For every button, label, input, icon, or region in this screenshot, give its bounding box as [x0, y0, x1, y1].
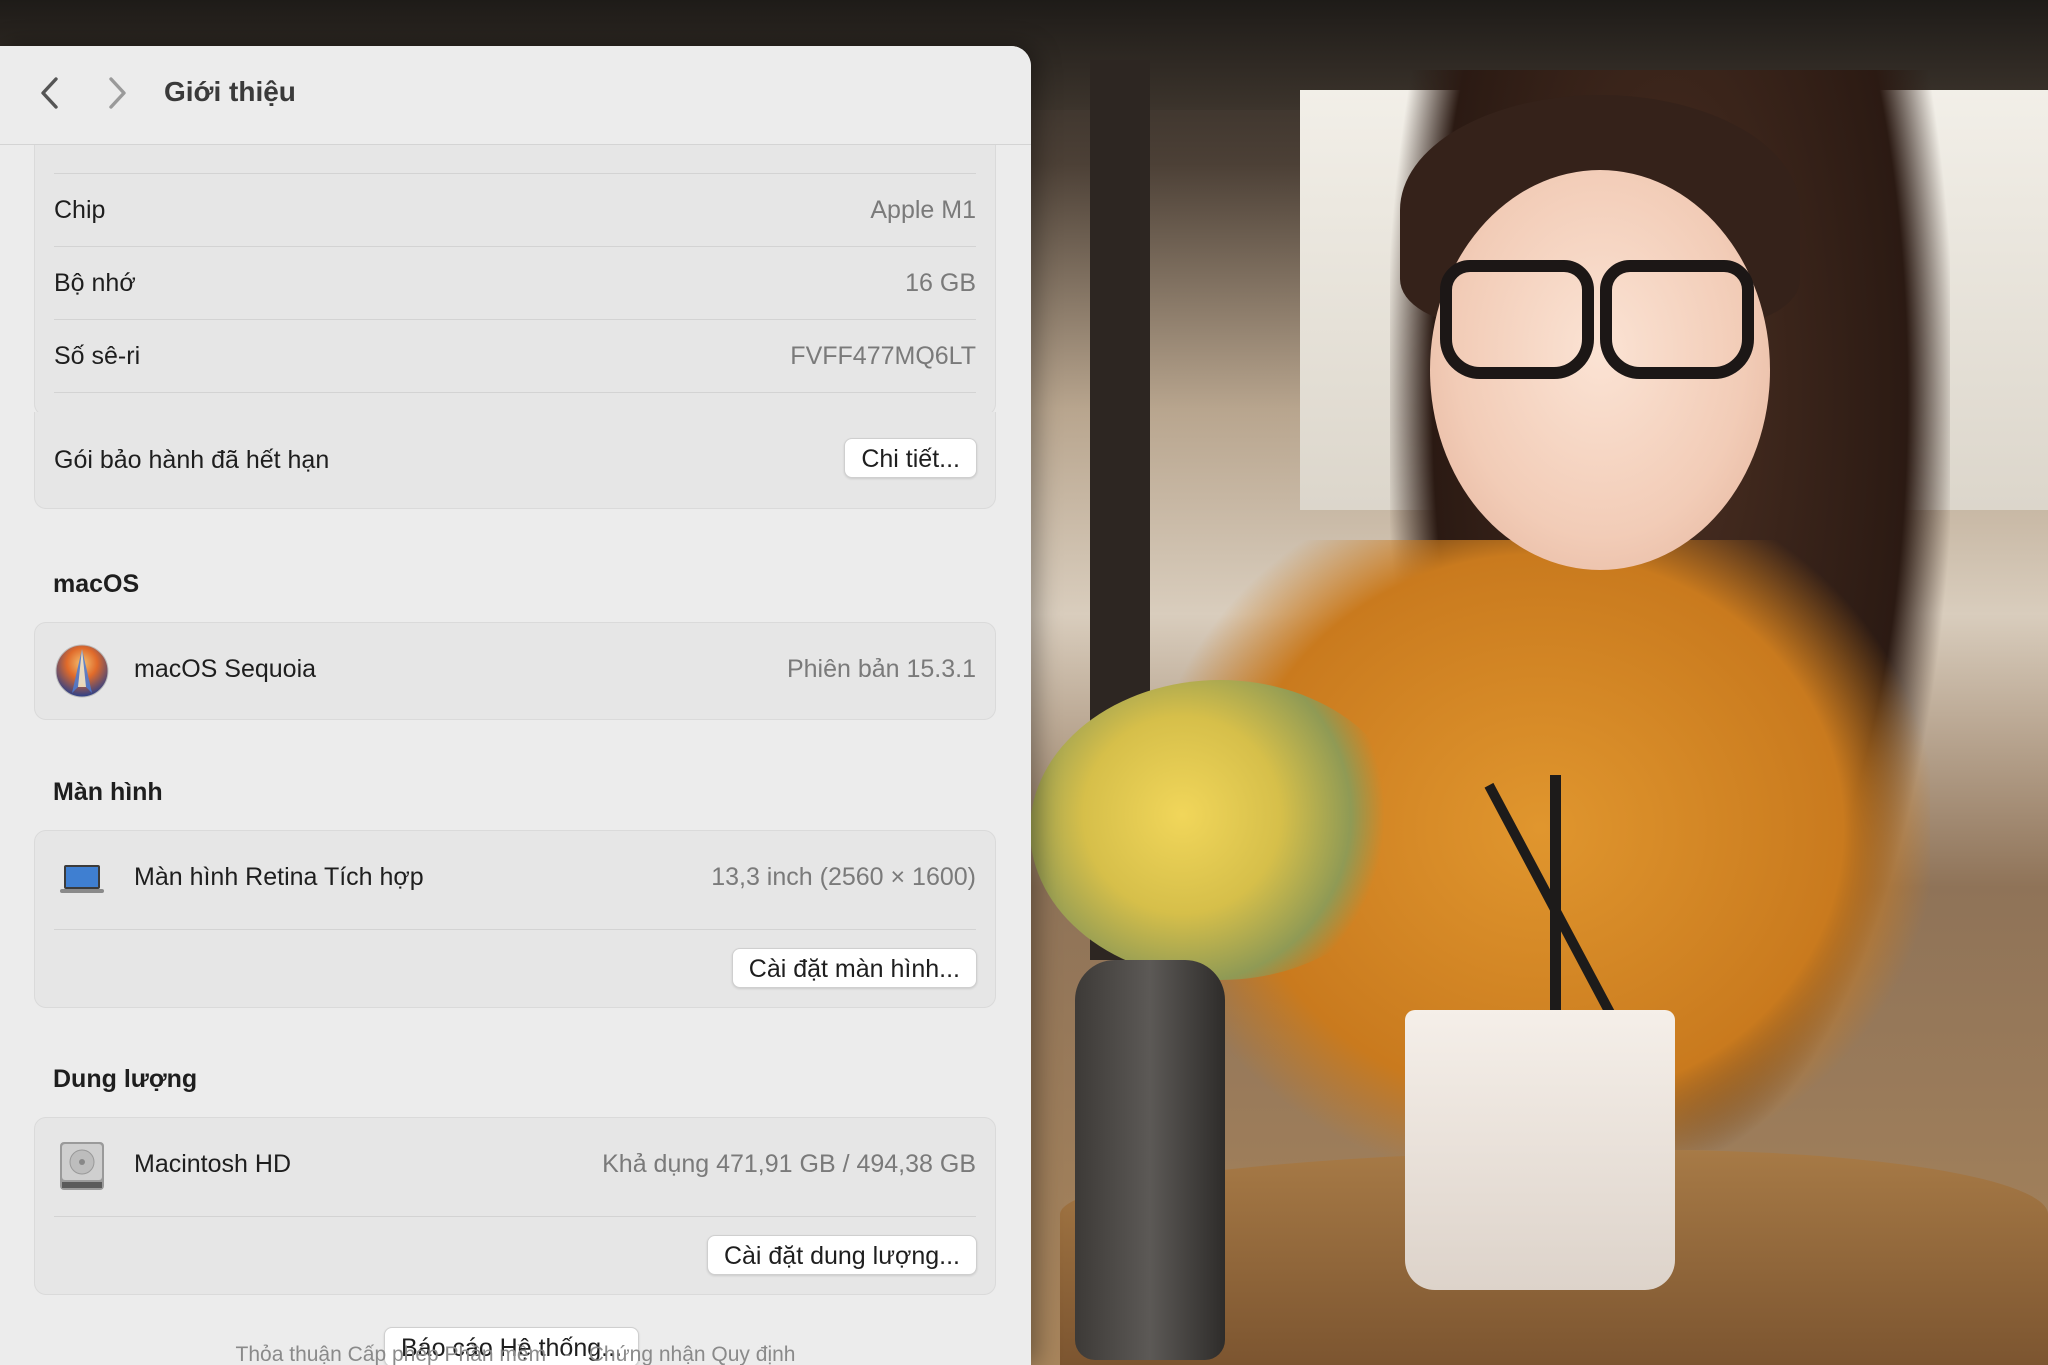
window-toolbar: Giới thiệu [0, 46, 1031, 145]
display-spec: 13,3 inch (2560 × 1600) [711, 863, 976, 891]
warranty-row: Gói bảo hành đã hết hạn Chi tiết... [35, 424, 995, 496]
footer-links: Thỏa thuận Cấp phép Phần mềm - Chứng nhậ… [0, 1343, 1031, 1365]
display-name: Màn hình Retina Tích hợp [134, 863, 424, 891]
hard-drive-icon [60, 1142, 104, 1190]
macos-card: macOS Sequoia Phiên bản 15.3.1 [34, 622, 996, 720]
chevron-right-icon [109, 77, 126, 109]
warranty-details-button[interactable]: Chi tiết... [844, 438, 977, 478]
wallpaper-straw [1550, 775, 1561, 1035]
about-content: Chip Apple M1 Bộ nhớ 16 GB Số sê-ri FVFF… [0, 104, 1031, 1365]
chevron-left-icon [41, 77, 58, 109]
chip-value: Apple M1 [870, 196, 976, 224]
macos-version: Phiên bản 15.3.1 [786, 655, 976, 683]
chip-row: Chip Apple M1 [35, 174, 995, 246]
memory-row: Bộ nhớ 16 GB [35, 247, 995, 319]
wallpaper-glasses-left [1440, 260, 1594, 379]
display-settings-button[interactable]: Cài đặt màn hình... [731, 948, 977, 988]
wallpaper-drink-glass [1405, 1010, 1675, 1290]
back-button[interactable] [28, 71, 72, 115]
display-card: Màn hình Retina Tích hợp 13,3 inch (2560… [34, 830, 996, 1008]
serial-row: Số sê-ri FVFF477MQ6LT [35, 320, 995, 392]
row-divider [54, 929, 976, 930]
storage-section-title: Dung lượng [53, 1065, 198, 1093]
warranty-label: Gói bảo hành đã hết hạn [54, 446, 330, 474]
regulatory-link[interactable]: Chứng nhận Quy định [589, 1343, 796, 1365]
about-window: Giới thiệu Chip Apple M1 Bộ nhớ 16 GB Số… [0, 46, 1031, 1365]
storage-settings-button[interactable]: Cài đặt dung lượng... [706, 1235, 977, 1275]
page-title: Giới thiệu [164, 76, 296, 107]
macos-section-title: macOS [53, 570, 140, 598]
serial-value: FVFF477MQ6LT [790, 342, 976, 370]
chip-label: Chip [54, 196, 106, 224]
memory-label: Bộ nhớ [54, 269, 136, 297]
storage-row: Macintosh HD Khả dụng 471,91 GB / 494,38… [35, 1128, 995, 1200]
macos-row: macOS Sequoia Phiên bản 15.3.1 [35, 633, 995, 705]
footer-separator: - [563, 1343, 571, 1365]
storage-card: Macintosh HD Khả dụng 471,91 GB / 494,38… [34, 1117, 996, 1295]
hardware-card: Chip Apple M1 Bộ nhớ 16 GB Số sê-ri FVFF… [34, 104, 996, 416]
storage-name: Macintosh HD [134, 1150, 291, 1178]
warranty-card: Gói bảo hành đã hết hạn Chi tiết... [34, 412, 996, 509]
software-license-link[interactable]: Thỏa thuận Cấp phép Phần mềm [236, 1343, 547, 1365]
row-divider [54, 392, 976, 393]
row-divider [54, 1216, 976, 1217]
laptop-icon [60, 865, 104, 893]
macos-sequoia-icon [55, 644, 109, 698]
wallpaper-flowers [1030, 680, 1410, 980]
wallpaper-glasses-right [1600, 260, 1754, 379]
display-section-title: Màn hình [53, 778, 163, 806]
storage-spec: Khả dụng 471,91 GB / 494,38 GB [602, 1150, 976, 1178]
macos-name: macOS Sequoia [134, 655, 317, 683]
wallpaper-vase [1075, 960, 1225, 1360]
forward-button[interactable] [95, 71, 139, 115]
display-row: Màn hình Retina Tích hợp 13,3 inch (2560… [35, 841, 995, 913]
serial-label: Số sê-ri [54, 342, 141, 370]
memory-value: 16 GB [905, 269, 976, 297]
